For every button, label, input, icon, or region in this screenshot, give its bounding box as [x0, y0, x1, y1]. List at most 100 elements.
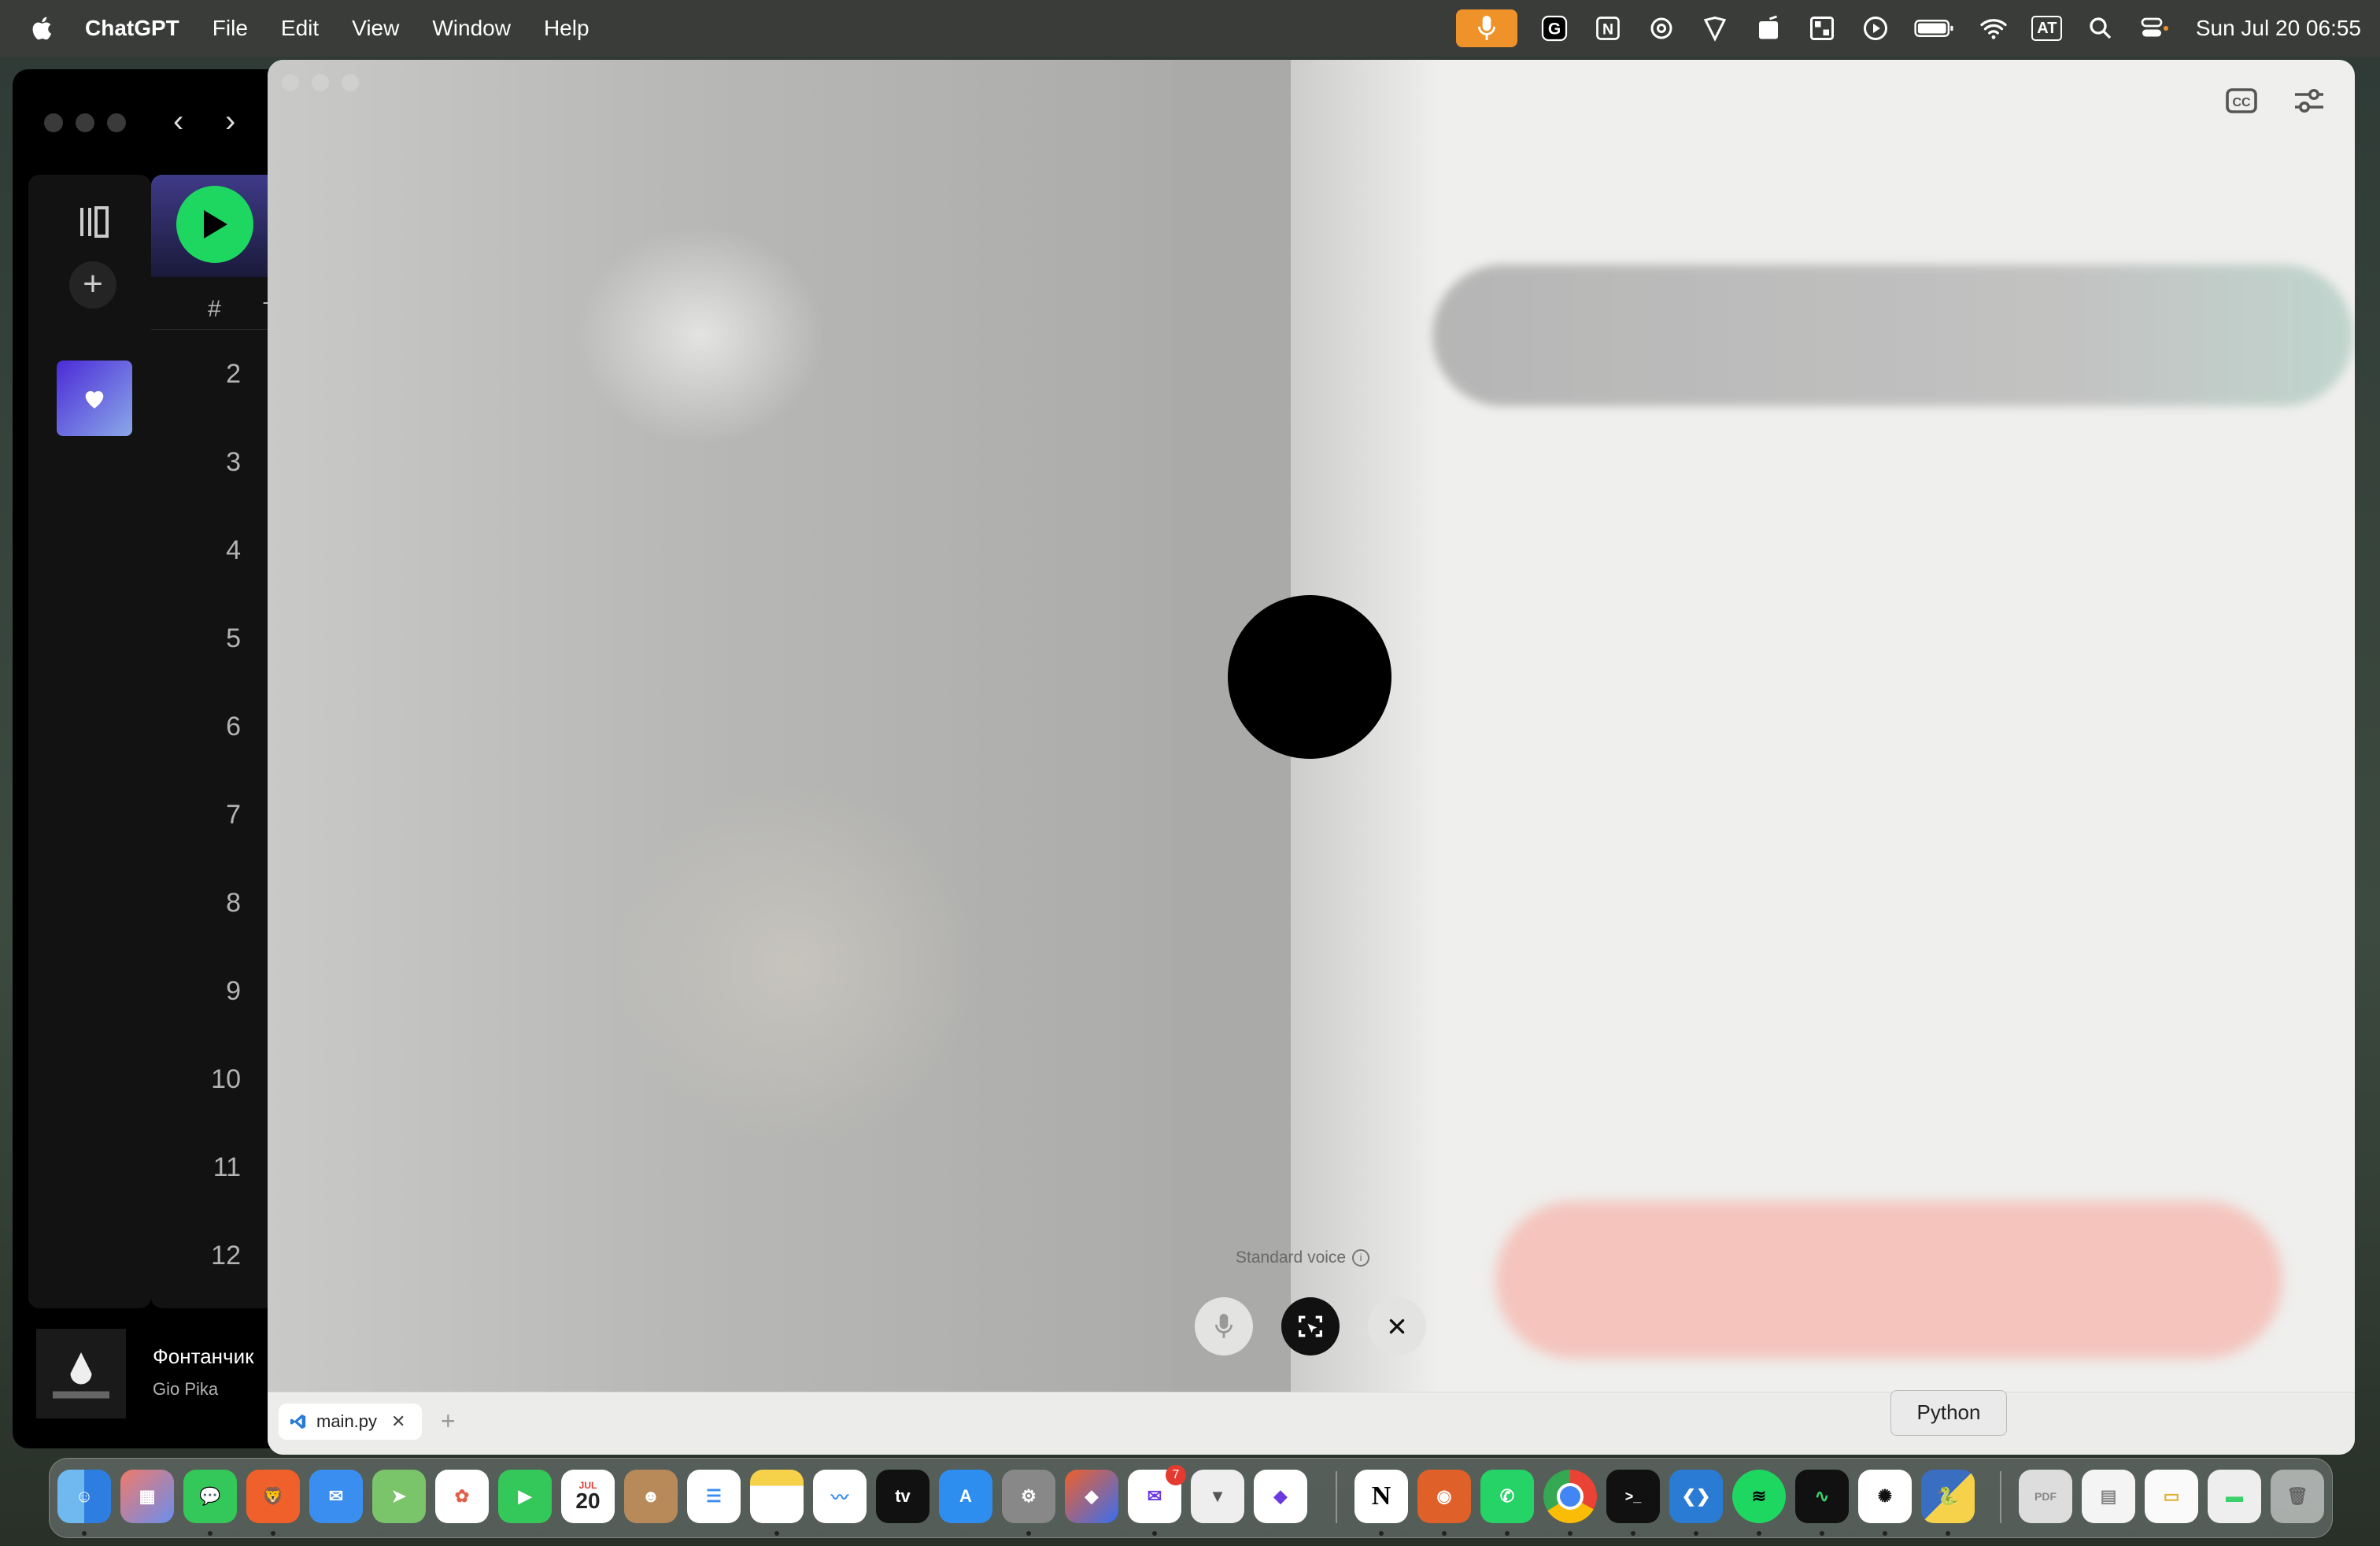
close-icon [1389, 1319, 1405, 1334]
close-tab-icon[interactable]: ✕ [391, 1411, 405, 1432]
chrome-icon[interactable] [1543, 1470, 1597, 1523]
back-arrow-icon[interactable]: ‹ [173, 104, 183, 139]
battery-icon[interactable] [1913, 12, 1957, 45]
facetime-icon[interactable]: ▶ [498, 1470, 552, 1523]
grammarly-icon[interactable]: G [1538, 12, 1571, 45]
menu-window[interactable]: Window [432, 16, 511, 41]
at-sign-icon[interactable] [1645, 12, 1678, 45]
track-number: 4 [226, 535, 241, 565]
reminders-icon[interactable]: ☰ [687, 1470, 741, 1523]
wifi-icon[interactable] [1977, 12, 2010, 45]
vscode-icon[interactable]: ❮❯ [1669, 1470, 1723, 1523]
window-layout-icon[interactable] [1805, 12, 1839, 45]
vscode-file-icon [290, 1414, 306, 1429]
contacts-icon[interactable]: ☻ [624, 1470, 678, 1523]
maps-icon[interactable]: ➤ [372, 1470, 426, 1523]
track-number: 7 [226, 800, 241, 830]
notion-icon[interactable]: N [1591, 12, 1624, 45]
system-settings-icon[interactable]: ⚙ [1002, 1470, 1055, 1523]
now-playing-cover[interactable] [36, 1329, 126, 1418]
blurred-content-block [1432, 264, 2353, 406]
captions-icon[interactable]: CC [2223, 82, 2260, 120]
tab-main-py[interactable]: main.py ✕ [279, 1404, 422, 1440]
menu-file[interactable]: File [213, 16, 248, 41]
column-number: # [208, 296, 221, 322]
microphone-in-use-icon[interactable] [1455, 9, 1517, 47]
terminal-icon[interactable]: >_ [1606, 1470, 1660, 1523]
mute-microphone-button[interactable] [1195, 1297, 1253, 1356]
pdf-document-icon[interactable]: PDF [2019, 1470, 2072, 1523]
end-voice-button[interactable] [1368, 1297, 1426, 1356]
app-store-icon[interactable]: A [939, 1470, 992, 1523]
play-circle-icon[interactable] [1859, 12, 1892, 45]
svg-text:CC: CC [2232, 96, 2251, 109]
apple-logo-icon[interactable] [30, 15, 57, 42]
track-number: 2 [226, 359, 241, 389]
vpn-shield-icon[interactable] [1698, 12, 1731, 45]
spark-mail-icon[interactable]: ✉ 7 [1128, 1465, 1186, 1523]
shortcuts-icon[interactable]: ◆ [1065, 1470, 1118, 1523]
forward-arrow-icon[interactable]: › [225, 104, 235, 139]
apple-tv-icon[interactable]: tv [876, 1470, 929, 1523]
chatgpt-icon[interactable]: ✺ [1858, 1470, 1912, 1523]
voice-mode-indicator[interactable]: Standard voice i [1236, 1248, 1393, 1267]
linear-app-icon[interactable]: ◆ [1254, 1470, 1307, 1523]
duckduckgo-icon[interactable]: ◉ [1417, 1470, 1471, 1523]
photos-icon[interactable]: ✿ [435, 1470, 489, 1523]
spotify-icon[interactable]: ≋ [1732, 1470, 1786, 1523]
calendar-day: 20 [575, 1489, 601, 1513]
screen-share-cursor-icon [1299, 1315, 1322, 1337]
share-screen-button[interactable] [1281, 1297, 1340, 1356]
clipboard-check-icon[interactable] [1752, 12, 1785, 45]
python-icon[interactable]: 🐍 [1921, 1470, 1975, 1523]
create-playlist-button[interactable]: + [69, 261, 116, 309]
spotlight-search-icon[interactable] [2084, 12, 2117, 45]
freeform-icon[interactable]: 〰 [813, 1470, 867, 1523]
screenshot-folder-icon[interactable]: ▬ [2208, 1470, 2261, 1523]
track-number: 3 [226, 447, 241, 477]
messages-icon[interactable]: 💬 [183, 1470, 237, 1523]
launchpad-icon[interactable]: ▦ [120, 1470, 174, 1523]
track-number: 8 [226, 888, 241, 918]
app-name-menu[interactable]: ChatGPT [85, 16, 179, 41]
document-stack-icon[interactable]: ▤ [2082, 1470, 2135, 1523]
now-playing-artist[interactable]: Gio Pika [153, 1379, 218, 1400]
play-button[interactable] [176, 186, 253, 263]
window-controls[interactable] [44, 113, 126, 132]
whatsapp-icon[interactable]: ✆ [1480, 1470, 1534, 1523]
library-icon[interactable] [76, 203, 113, 241]
menu-edit[interactable]: Edit [281, 16, 319, 41]
keyboard-input-icon[interactable]: AT [2031, 12, 2064, 45]
blurred-background-left [268, 60, 1291, 1392]
settings-sliders-icon[interactable] [2290, 82, 2328, 120]
now-playing-title[interactable]: Фонтанчик [153, 1344, 253, 1369]
notes-icon[interactable] [750, 1470, 804, 1523]
menubar-clock[interactable]: Sun Jul 20 06:55 [2196, 16, 2361, 41]
notes-file-icon[interactable]: ▭ [2145, 1470, 2198, 1523]
library-sidebar: + [28, 175, 151, 1308]
window-controls[interactable] [282, 74, 359, 91]
menu-help[interactable]: Help [544, 16, 589, 41]
add-tab-button[interactable]: + [441, 1407, 456, 1436]
trash-icon[interactable]: 🗑 [2271, 1470, 2324, 1523]
menu-view[interactable]: View [352, 16, 399, 41]
control-center-icon[interactable] [2138, 12, 2171, 45]
microphone-icon [1215, 1314, 1232, 1338]
activity-monitor-icon[interactable]: ∿ [1795, 1470, 1849, 1523]
mail-badge: 7 [1166, 1465, 1186, 1485]
calendar-icon[interactable]: JUL 20 [561, 1470, 615, 1523]
dock-tooltip: Python [1890, 1390, 2007, 1436]
menu-bar: ChatGPT File Edit View Window Help G N A… [0, 0, 2380, 57]
voice-orb [1228, 595, 1391, 759]
mail-icon[interactable]: ✉ [309, 1470, 363, 1523]
vectorize-icon[interactable]: ▼ [1191, 1470, 1244, 1523]
finder-icon[interactable]: ☺ [57, 1470, 111, 1523]
liked-songs-icon[interactable] [57, 361, 132, 436]
brave-icon[interactable]: 🦁 [246, 1470, 300, 1523]
track-number: 10 [211, 1064, 241, 1094]
track-number: 9 [226, 976, 241, 1006]
notion-app-icon[interactable]: N [1354, 1470, 1408, 1523]
status-bar: G N AT Sun Jul 20 06:55 [1455, 0, 2361, 57]
blurred-content-block [1495, 1201, 2282, 1359]
info-icon[interactable]: i [1352, 1249, 1370, 1267]
